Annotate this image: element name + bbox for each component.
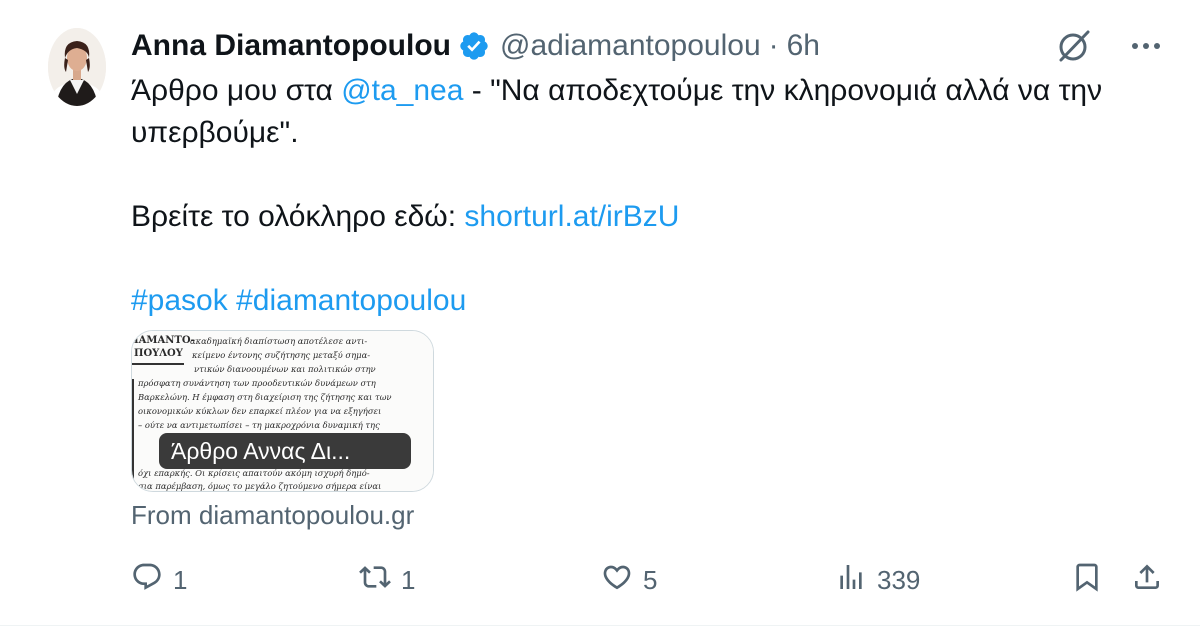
author-handle[interactable]: @adiamantopoulou <box>500 29 761 63</box>
views-count: 339 <box>877 564 921 595</box>
bookmark-button[interactable] <box>1071 558 1103 602</box>
share-button[interactable] <box>1131 558 1163 602</box>
share-icon <box>1131 561 1163 600</box>
retweet-button[interactable]: 1 <box>359 558 415 602</box>
thumb-line-5: πρόσφατη συνάντηση των προοδευτικών δυνά… <box>137 378 376 388</box>
thumb-line-3: κείμενο έντονης συζήτησης μεταξύ σημα- <box>191 350 370 360</box>
thumb-line-0: ΙΑΜΑΝΤΟ- <box>134 335 195 346</box>
tweet[interactable]: Anna Diamantopoulou @adiamantopoulou · 6… <box>0 0 1200 626</box>
thumb-line-8: – ούτε να αντιμετωπίσει – τη μακροχρόνια… <box>138 420 380 430</box>
views-icon <box>835 561 867 600</box>
hashtag-link-pasok[interactable]: #pasok <box>131 284 228 317</box>
retweet-count: 1 <box>401 564 416 595</box>
heart-icon <box>601 561 633 600</box>
hashtag-link-diamantopoulou[interactable]: #diamantopoulou <box>236 284 466 317</box>
tweet-paragraph-2: Βρείτε το ολόκληρο εδώ: shorturl.at/irBz… <box>131 196 1141 238</box>
tweet-timestamp[interactable]: 6h <box>787 29 820 63</box>
thumb-line-2: ακαδημαϊκή διαπίστωση αποτέλεσε αντι- <box>190 336 367 346</box>
grok-icon[interactable] <box>1054 26 1094 66</box>
header-separator: · <box>768 29 779 62</box>
thumb-line-10: σια παρέμβαση, όμως το μεγάλο ζητούμενο … <box>138 481 381 491</box>
top-actions <box>1054 26 1164 66</box>
thumb-line-9: όχι επαρκής. Οι κρίσεις απαιτούν ακόμη ι… <box>138 468 370 478</box>
thumb-line-1: ΠΟΥΛΟΥ <box>134 348 184 359</box>
author-display-name[interactable]: Anna Diamantopoulou <box>131 29 451 63</box>
reply-button[interactable]: 1 <box>131 558 187 602</box>
bookmark-icon <box>1071 561 1103 600</box>
verified-badge-icon <box>458 30 490 62</box>
avatar[interactable] <box>48 28 106 106</box>
link-card[interactable]: ΙΑΜΑΝΤΟ- ΠΟΥΛΟΥ ακαδημαϊκή διαπίστωση απ… <box>131 330 434 492</box>
card-source[interactable]: From diamantopoulou.gr <box>131 500 414 531</box>
thumb-line-6: Βαρκελώνη. Η έμφαση στη διαχείριση της ζ… <box>137 392 392 402</box>
url-link[interactable]: shorturl.at/irBzU <box>464 200 679 233</box>
thumb-line-7: οικονομικών κύκλων δεν επαρκεί πλέον για… <box>138 406 381 416</box>
tweet-header: Anna Diamantopoulou @adiamantopoulou · 6… <box>131 26 820 66</box>
tweet-paragraph-3: #pasok #diamantopoulou <box>131 280 1141 322</box>
reply-icon <box>131 561 163 600</box>
action-bar: 1 1 5 339 <box>131 558 1166 602</box>
thumb-line-4: ντικών διανοουμένων και πολιτικών στην <box>194 364 376 374</box>
avatar-image <box>48 28 106 106</box>
like-button[interactable]: 5 <box>601 558 657 602</box>
mention-link[interactable]: @ta_nea <box>341 74 463 107</box>
tweet-text-find-here: Βρείτε το ολόκληρο εδώ: <box>131 200 465 233</box>
retweet-icon <box>359 561 391 600</box>
card-title: Άρθρο Αννας Δι... <box>159 433 411 469</box>
like-count: 5 <box>643 564 658 595</box>
tweet-paragraph-1: Άρθρο μου στα @ta_nea - "Να αποδεχτούμε … <box>131 70 1141 154</box>
views-button[interactable]: 339 <box>835 558 920 602</box>
more-icon[interactable] <box>1128 28 1164 64</box>
reply-count: 1 <box>173 564 188 595</box>
tweet-text-prefix: Άρθρο μου στα <box>131 74 342 107</box>
tweet-text: Άρθρο μου στα @ta_nea - "Να αποδεχτούμε … <box>131 70 1141 322</box>
